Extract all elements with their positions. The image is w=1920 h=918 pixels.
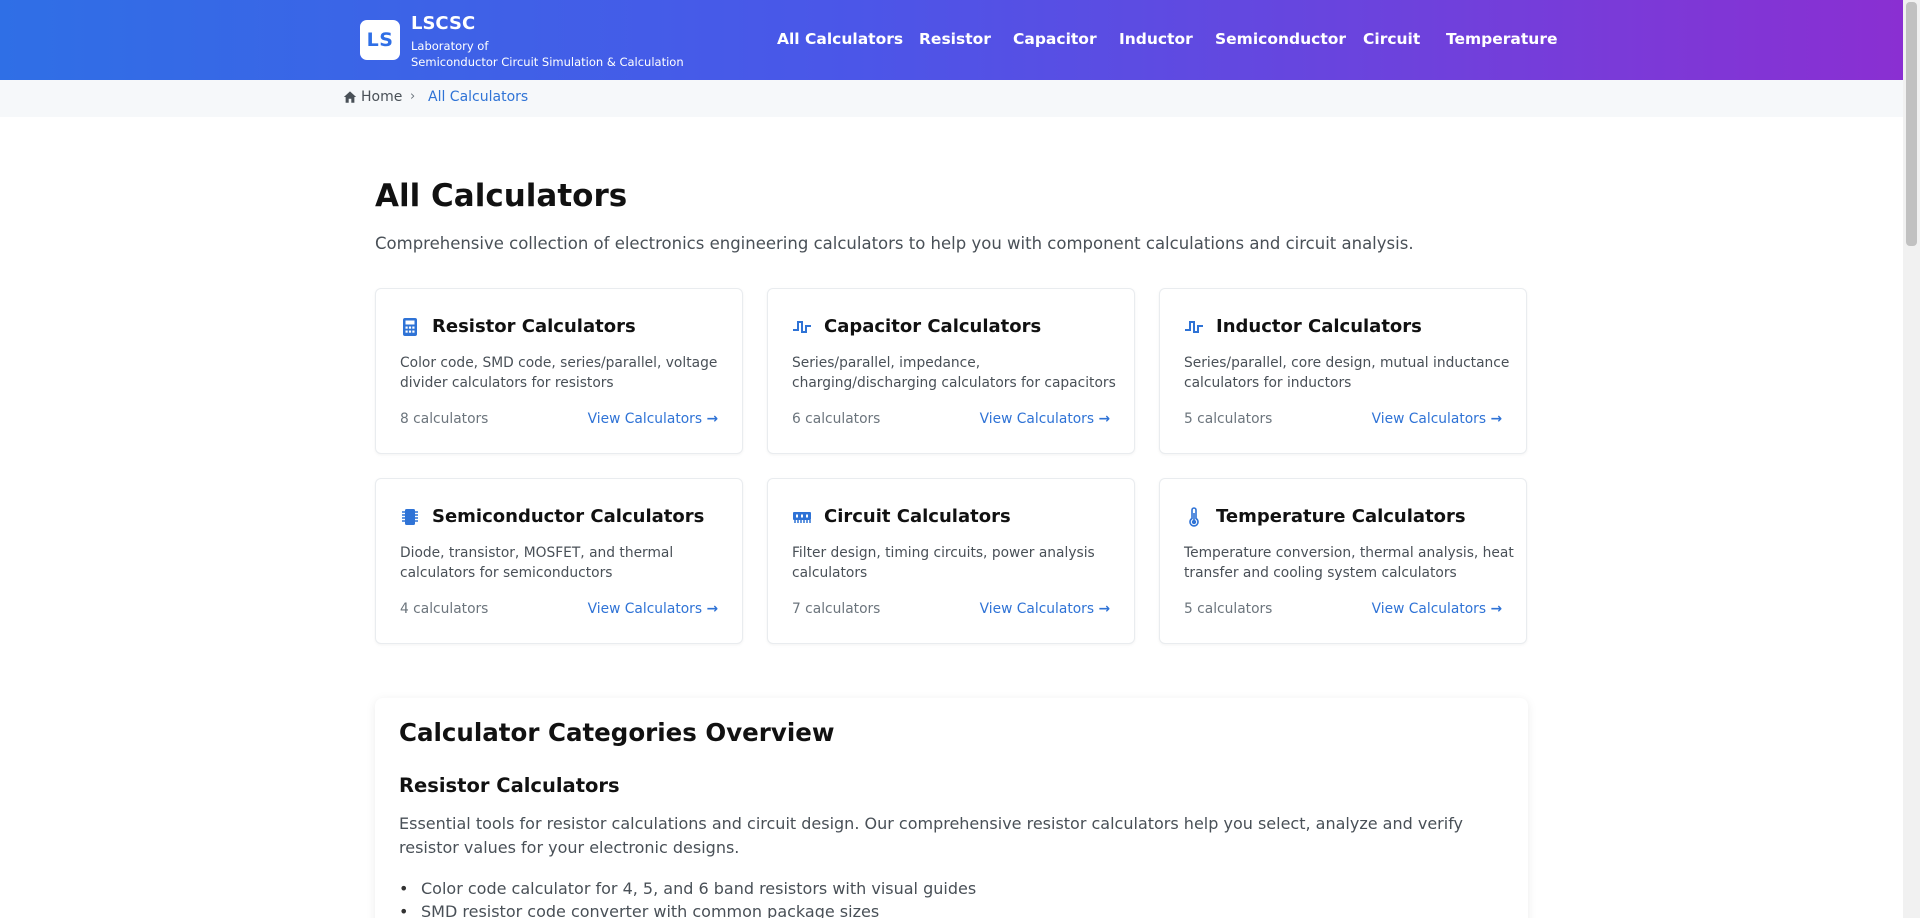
card-title: Circuit Calculators xyxy=(824,506,1011,527)
link-label: View Calculators xyxy=(1371,411,1487,427)
nav-capacitor[interactable]: Capacitor xyxy=(1013,30,1097,48)
scrollbar-thumb[interactable] xyxy=(1906,2,1917,246)
arrow-right-icon: → xyxy=(706,601,718,617)
scrollbar[interactable] xyxy=(1903,0,1920,918)
card-description: Color code, SMD code, series/parallel, v… xyxy=(400,355,718,391)
overview-section-text: Essential tools for resistor calculation… xyxy=(399,814,1464,857)
card-inductor[interactable]: Inductor Calculators Series/parallel, co… xyxy=(1159,288,1527,454)
card-title: Resistor Calculators xyxy=(432,316,636,337)
calculator-count: 6 calculators xyxy=(792,411,881,427)
card-resistor[interactable]: Resistor Calculators Color code, SMD cod… xyxy=(375,288,743,454)
site-header: LS LSCSC Laboratory of Semiconductor Cir… xyxy=(0,0,1903,80)
waveform-icon xyxy=(1185,321,1203,333)
card-semiconductor[interactable]: Semiconductor Calculators Diode, transis… xyxy=(375,478,743,644)
nav-temperature[interactable]: Temperature xyxy=(1446,30,1558,48)
calculator-count: 7 calculators xyxy=(792,601,881,617)
memory-icon xyxy=(793,512,811,523)
card-temperature[interactable]: Temperature Calculators Temperature conv… xyxy=(1159,478,1527,644)
logo[interactable]: LS xyxy=(360,20,400,60)
calculator-count: 8 calculators xyxy=(400,411,489,427)
view-calculators-link[interactable]: View Calculators → xyxy=(1372,601,1502,617)
arrow-right-icon: → xyxy=(1490,601,1502,617)
calculator-count: 5 calculators xyxy=(1184,411,1273,427)
chevron-right-icon: › xyxy=(410,89,416,104)
view-calculators-link[interactable]: View Calculators → xyxy=(588,601,718,617)
list-item: SMD resistor code converter with common … xyxy=(399,900,976,918)
overview-title: Calculator Categories Overview xyxy=(399,718,835,747)
calculator-count: 4 calculators xyxy=(400,601,489,617)
brand-name[interactable]: LSCSC xyxy=(411,13,475,34)
card-title: Semiconductor Calculators xyxy=(432,506,705,527)
card-description: Series/parallel, core design, mutual ind… xyxy=(1184,355,1510,391)
card-description: Filter design, timing circuits, power an… xyxy=(792,545,1095,581)
chip-icon xyxy=(402,509,418,525)
card-title: Capacitor Calculators xyxy=(824,316,1042,337)
nav-circuit[interactable]: Circuit xyxy=(1363,30,1420,48)
arrow-right-icon: → xyxy=(1490,411,1502,427)
brand-subtitle-line1: Laboratory of xyxy=(411,39,489,53)
card-description: Series/parallel, impedance, charging/dis… xyxy=(792,355,1116,391)
breadcrumb: Home › All Calculators xyxy=(0,80,1903,117)
arrow-right-icon: → xyxy=(706,411,718,427)
link-label: View Calculators xyxy=(979,601,1095,617)
overview-feature-list: Color code calculator for 4, 5, and 6 ba… xyxy=(399,877,976,918)
overview-panel: Calculator Categories Overview Resistor … xyxy=(375,698,1528,918)
arrow-right-icon: → xyxy=(1098,601,1110,617)
brand-subtitle: Laboratory of Semiconductor Circuit Simu… xyxy=(411,38,711,70)
link-label: View Calculators xyxy=(587,601,703,617)
calculator-icon xyxy=(403,318,417,336)
waveform-icon xyxy=(793,321,811,333)
card-description: Temperature conversion, thermal analysis… xyxy=(1184,545,1514,581)
card-title: Temperature Calculators xyxy=(1216,506,1466,527)
view-calculators-link[interactable]: View Calculators → xyxy=(980,601,1110,617)
nav-all-calculators[interactable]: All Calculators xyxy=(777,30,903,48)
arrow-right-icon: → xyxy=(1098,411,1110,427)
link-label: View Calculators xyxy=(1371,601,1487,617)
page-title: All Calculators xyxy=(375,178,628,214)
card-circuit[interactable]: Circuit Calculators Filter design, timin… xyxy=(767,478,1135,644)
card-description: Diode, transistor, MOSFET, and thermal c… xyxy=(400,545,674,581)
page-description: Comprehensive collection of electronics … xyxy=(375,234,1414,253)
card-capacitor[interactable]: Capacitor Calculators Series/parallel, i… xyxy=(767,288,1135,454)
view-calculators-link[interactable]: View Calculators → xyxy=(1372,411,1502,427)
breadcrumb-current[interactable]: All Calculators xyxy=(428,89,528,105)
thermometer-icon xyxy=(1189,507,1199,527)
card-title: Inductor Calculators xyxy=(1216,316,1422,337)
list-item: Color code calculator for 4, 5, and 6 ba… xyxy=(399,877,976,900)
breadcrumb-home[interactable]: Home xyxy=(361,89,402,105)
home-icon[interactable] xyxy=(343,90,357,104)
overview-section-title: Resistor Calculators xyxy=(399,774,620,797)
view-calculators-link[interactable]: View Calculators → xyxy=(588,411,718,427)
brand-subtitle-line2: Semiconductor Circuit Simulation & Calcu… xyxy=(411,55,684,69)
calculator-count: 5 calculators xyxy=(1184,601,1273,617)
view-calculators-link[interactable]: View Calculators → xyxy=(980,411,1110,427)
link-label: View Calculators xyxy=(979,411,1095,427)
nav-semiconductor[interactable]: Semiconductor xyxy=(1215,30,1346,48)
link-label: View Calculators xyxy=(587,411,703,427)
nav-resistor[interactable]: Resistor xyxy=(919,30,991,48)
nav-inductor[interactable]: Inductor xyxy=(1119,30,1193,48)
